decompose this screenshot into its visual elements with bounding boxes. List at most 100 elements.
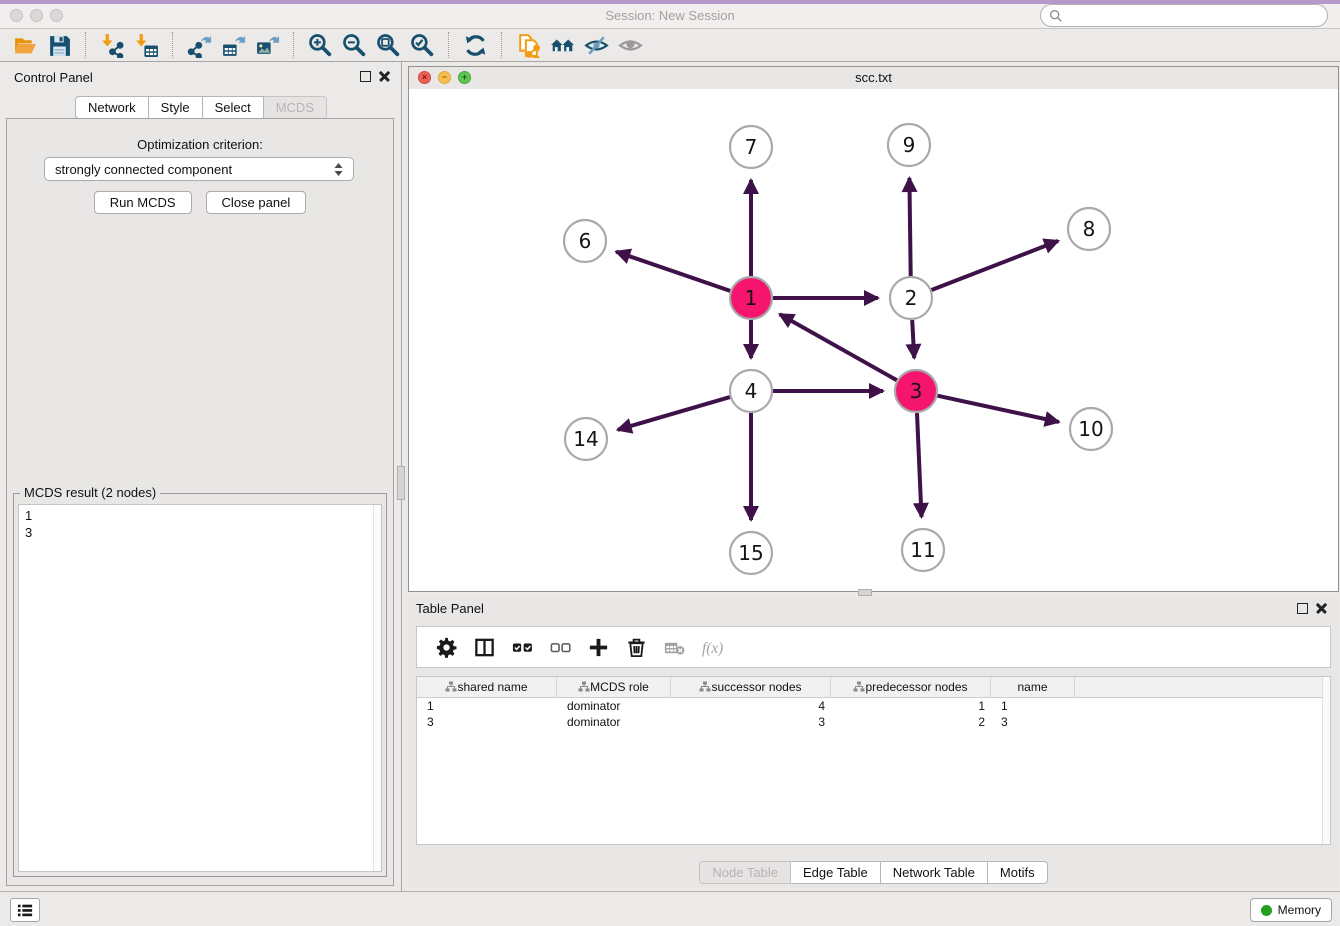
split-view-button[interactable] <box>469 632 500 662</box>
close-table-panel-icon[interactable] <box>1316 603 1327 614</box>
save-session-button[interactable] <box>42 30 76 60</box>
cell-shared-name[interactable]: 3 <box>417 714 557 730</box>
column-header-MCDS-role[interactable]: MCDS role <box>557 677 671 697</box>
cell-successor-nodes[interactable]: 4 <box>671 698 831 714</box>
memory-label: Memory <box>1278 903 1321 917</box>
tab-mcds[interactable]: MCDS <box>264 96 327 119</box>
node-label-9: 9 <box>903 133 916 157</box>
column-label: successor nodes <box>711 680 801 694</box>
float-table-panel-icon[interactable] <box>1297 603 1308 614</box>
close-panel-button[interactable]: Close panel <box>206 191 307 214</box>
status-bar: Memory <box>0 891 1340 926</box>
tab-select[interactable]: Select <box>203 96 264 119</box>
zoom-in-button[interactable] <box>303 30 337 60</box>
application-window: Session: New Session Control Panel Netwo… <box>0 0 1340 926</box>
control-panel-tabs: NetworkStyleSelectMCDS <box>0 96 402 119</box>
network-window-titlebar[interactable]: × − + scc.txt <box>409 67 1338 90</box>
node-label-7: 7 <box>745 135 758 159</box>
cell-shared-name[interactable]: 1 <box>417 698 557 714</box>
tab-network[interactable]: Network <box>75 96 149 119</box>
float-panel-icon[interactable] <box>360 71 371 82</box>
zoom-out-button[interactable] <box>337 30 371 60</box>
tab-motifs[interactable]: Motifs <box>988 861 1048 884</box>
edge-2-3[interactable] <box>912 320 914 358</box>
copy-network-icon <box>516 33 541 58</box>
tab-style[interactable]: Style <box>149 96 203 119</box>
search-box[interactable] <box>1040 4 1328 27</box>
node-label-6: 6 <box>579 229 592 253</box>
export-image-button[interactable] <box>250 30 284 60</box>
delete-column-button[interactable] <box>621 632 652 662</box>
export-image-icon <box>255 33 280 58</box>
import-table-button[interactable] <box>129 30 163 60</box>
show-all-button[interactable] <box>613 30 647 60</box>
refresh-icon <box>463 33 488 58</box>
main-toolbar <box>0 29 1340 62</box>
criterion-dropdown[interactable]: strongly connected component <box>44 157 354 181</box>
node-label-15: 15 <box>738 541 763 565</box>
select-all-button[interactable] <box>507 632 538 662</box>
horizontal-splitter-handle[interactable] <box>858 589 872 596</box>
copy-network-button[interactable] <box>511 30 545 60</box>
network-graph[interactable]: 7968124314101511 <box>409 89 1338 591</box>
show-all-icon <box>618 33 643 58</box>
export-network-button[interactable] <box>182 30 216 60</box>
run-mcds-button[interactable]: Run MCDS <box>94 191 192 214</box>
cell-predecessor-nodes[interactable]: 1 <box>831 698 991 714</box>
tab-node-table[interactable]: Node Table <box>699 861 791 884</box>
mcds-result-textarea[interactable]: 1 3 <box>18 504 382 872</box>
open-session-button[interactable] <box>8 30 42 60</box>
delete-table-icon <box>663 636 686 659</box>
vertical-splitter-handle[interactable] <box>397 466 405 500</box>
deselect-all-button[interactable] <box>545 632 576 662</box>
table-scrollbar[interactable] <box>1322 677 1330 844</box>
table-settings-icon <box>435 636 458 659</box>
table-row[interactable]: 3dominator323 <box>417 714 1330 730</box>
split-view-icon <box>473 636 496 659</box>
first-neighbors-button[interactable] <box>545 30 579 60</box>
mcds-result-group: MCDS result (2 nodes) 1 3 <box>13 493 387 877</box>
import-network-button[interactable] <box>95 30 129 60</box>
cell-name[interactable]: 1 <box>991 698 1075 714</box>
edge-4-14[interactable] <box>618 397 730 430</box>
refresh-button[interactable] <box>458 30 492 60</box>
zoom-selected-button[interactable] <box>405 30 439 60</box>
mcds-result-title: MCDS result (2 nodes) <box>20 485 160 500</box>
edge-1-6[interactable] <box>616 252 730 291</box>
zoom-out-icon <box>342 33 367 58</box>
memory-button[interactable]: Memory <box>1250 898 1332 922</box>
edge-2-9[interactable] <box>909 178 910 276</box>
close-panel-icon[interactable] <box>379 71 390 82</box>
table-row[interactable]: 1dominator411 <box>417 698 1330 714</box>
open-session-icon <box>13 33 38 58</box>
export-table-button[interactable] <box>216 30 250 60</box>
mcds-panel: Optimization criterion: strongly connect… <box>6 118 394 886</box>
edge-3-11[interactable] <box>917 413 922 517</box>
edge-2-8[interactable] <box>932 241 1059 290</box>
task-list-button[interactable] <box>10 898 40 922</box>
column-header-shared-name[interactable]: shared name <box>417 677 557 697</box>
delete-table-button <box>659 632 690 662</box>
add-column-button[interactable] <box>583 632 614 662</box>
cell-name[interactable]: 3 <box>991 714 1075 730</box>
column-header-successor-nodes[interactable]: successor nodes <box>671 677 831 697</box>
result-scrollbar[interactable] <box>373 505 381 871</box>
hide-selected-button[interactable] <box>579 30 613 60</box>
column-header-predecessor-nodes[interactable]: predecessor nodes <box>831 677 991 697</box>
tab-edge-table[interactable]: Edge Table <box>791 861 881 884</box>
cell-successor-nodes[interactable]: 3 <box>671 714 831 730</box>
import-table-icon <box>134 33 159 58</box>
edge-3-1[interactable] <box>780 314 897 380</box>
edge-3-10[interactable] <box>938 396 1059 422</box>
table-settings-button[interactable] <box>431 632 462 662</box>
table-toolbar: f(x) <box>416 626 1331 668</box>
tab-network-table[interactable]: Network Table <box>881 861 988 884</box>
control-panel: Control Panel NetworkStyleSelectMCDS Opt… <box>0 62 402 890</box>
cell-MCDS-role[interactable]: dominator <box>557 698 671 714</box>
column-header-name[interactable]: name <box>991 677 1075 697</box>
control-panel-header: Control Panel <box>0 62 402 92</box>
zoom-fit-button[interactable] <box>371 30 405 60</box>
cell-MCDS-role[interactable]: dominator <box>557 714 671 730</box>
search-input[interactable] <box>1063 8 1319 24</box>
cell-predecessor-nodes[interactable]: 2 <box>831 714 991 730</box>
